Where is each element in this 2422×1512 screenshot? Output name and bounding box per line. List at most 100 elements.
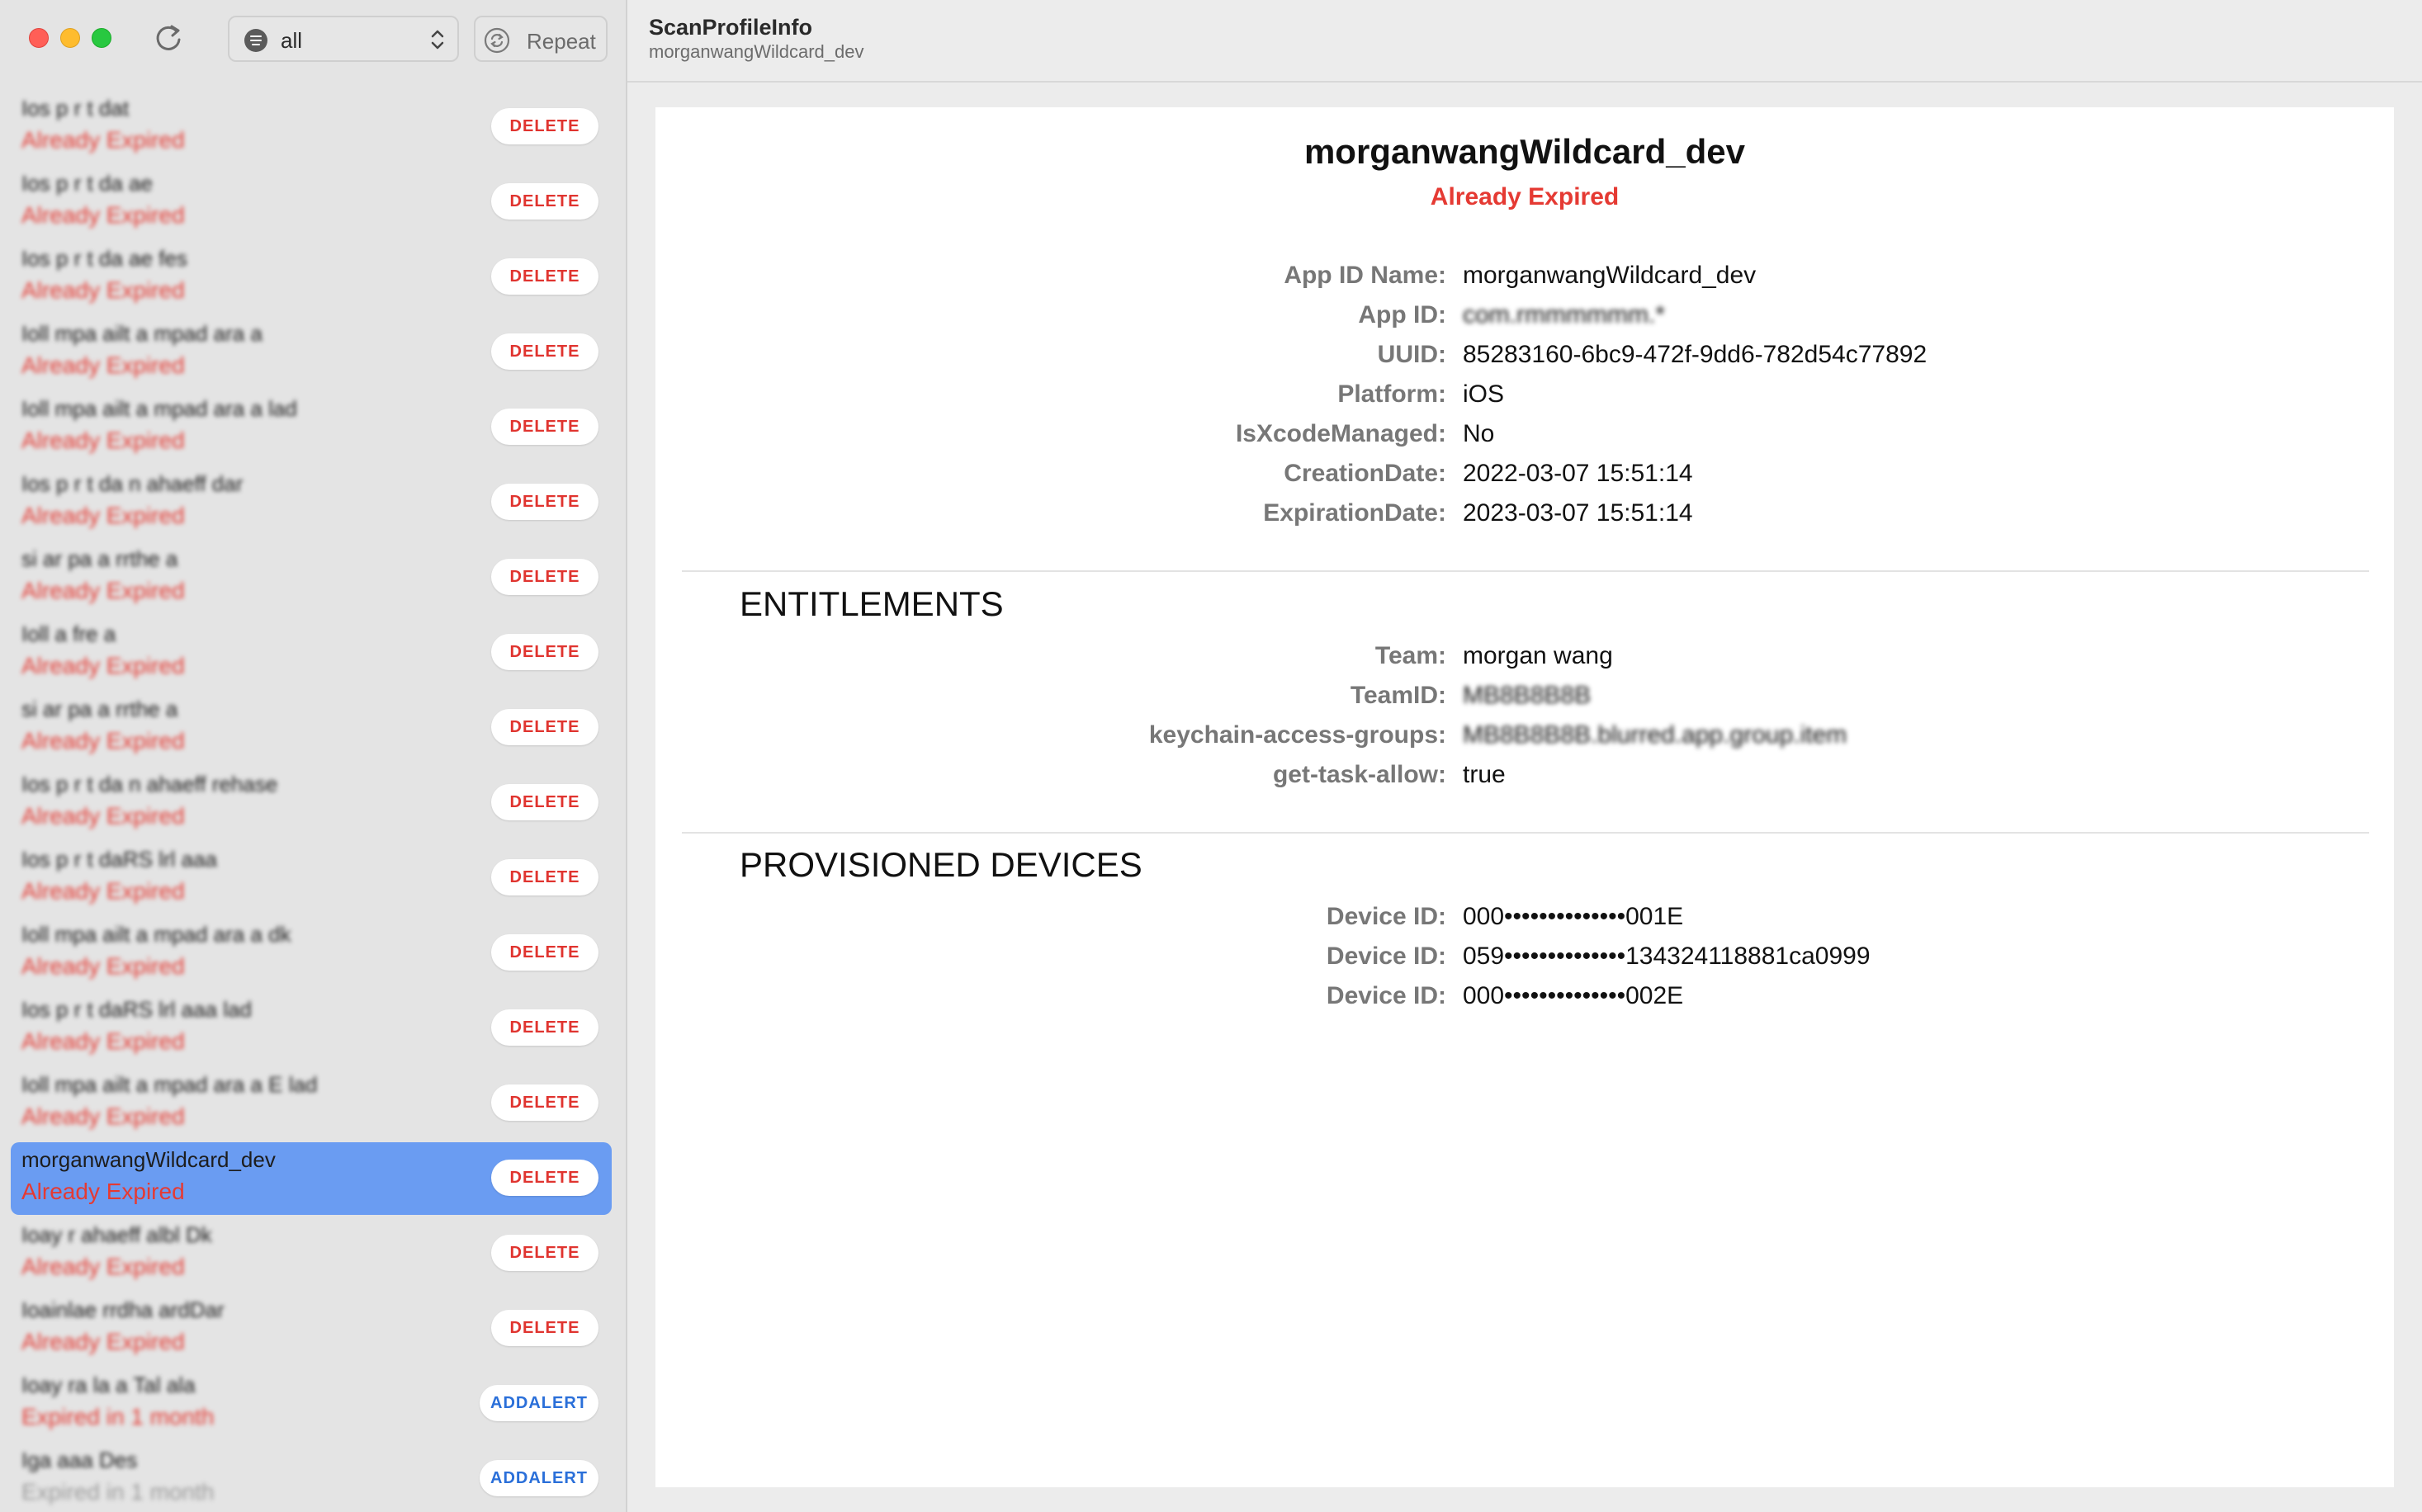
field-row: App ID: com.rmmmmmm.* — [655, 301, 2394, 338]
field-label: IsXcodeManaged: — [1235, 420, 1446, 447]
field-row: Device ID: 000••••••••••••••001E — [655, 903, 2394, 939]
field-value: 85283160-6bc9-472f-9dd6-782d54c77892 — [1463, 341, 1928, 368]
field-row: CreationDate: 2022-03-07 15:51:14 — [655, 460, 2394, 496]
list-item-name: si ar pa a rrthe a — [21, 546, 178, 571]
reload-icon[interactable] — [150, 20, 187, 56]
sidebar: all Repeat Ios p r t dat Already Expired… — [0, 0, 627, 1512]
list-item-status: Expired in 1 month — [21, 1404, 215, 1429]
delete-button[interactable]: DELETE — [491, 258, 598, 295]
field-row: IsXcodeManaged: No — [655, 420, 2394, 456]
field-value: morgan wang — [1463, 642, 1613, 669]
zoom-window-button[interactable] — [92, 28, 111, 48]
list-item[interactable]: Ios p r t dat Already Expired DELETE — [11, 91, 612, 163]
delete-button[interactable]: DELETE — [491, 709, 598, 745]
list-item-name: Ios p r t da ae fes — [21, 246, 187, 271]
list-item[interactable]: Ios p r t da n ahaeff rehase Already Expi… — [11, 767, 612, 839]
field-value: 000••••••••••••••002E — [1463, 982, 1684, 1009]
list-item[interactable]: Ios p r t daRS lrl aaa Already Expired DEL… — [11, 842, 612, 914]
divider — [682, 832, 2369, 834]
list-item[interactable]: Ios p r t da ae Already Expired DELETE — [11, 166, 612, 239]
field-value: 059••••••••••••••134324118881ca0999 — [1463, 943, 1871, 970]
list-item-status: Already Expired — [21, 1179, 185, 1204]
field-value: iOS — [1463, 380, 1505, 408]
delete-button[interactable]: DELETE — [491, 1160, 598, 1196]
filter-select-value: all — [281, 28, 303, 53]
minimize-window-button[interactable] — [60, 28, 80, 48]
list-item-name: Ioll mpa ailt a mpad ara a — [21, 321, 263, 346]
close-window-button[interactable] — [29, 28, 49, 48]
list-item[interactable]: Ioay r ahaeff albl Dk Already Expired DELE… — [11, 1217, 612, 1290]
delete-button[interactable]: DELETE — [491, 1009, 598, 1046]
list-item-status: Already Expired — [21, 352, 185, 378]
list-item[interactable]: Ios p r t daRS lrl aaa lad Already Expire… — [11, 992, 612, 1065]
field-row: keychain-access-groups: MB8B8B8B.blurred.… — [655, 721, 2394, 758]
list-item[interactable]: Ioll mpa ailt a mpad ara a Already Expire… — [11, 316, 612, 389]
delete-button[interactable]: DELETE — [491, 183, 598, 220]
profile-title: morganwangWildcard_dev — [1303, 132, 1746, 171]
delete-button[interactable]: DELETE — [491, 1310, 598, 1346]
field-row: UUID: 85283160-6bc9-472f-9dd6-782d54c7789… — [655, 341, 2394, 377]
delete-button[interactable]: DELETE — [491, 333, 598, 370]
list-item[interactable]: Iga aaa Des Expired in 1 month ADDALERT — [11, 1443, 612, 1512]
field-row: get-task-allow: true — [655, 761, 2394, 797]
window-subtitle: morganwangWildcard_dev — [649, 41, 864, 62]
field-label: Device ID: — [1326, 903, 1446, 930]
list-item-status: Already Expired — [21, 202, 185, 228]
field-label: App ID Name: — [1284, 262, 1446, 289]
field-value: 2023-03-07 15:51:14 — [1463, 499, 1693, 527]
main-header: ScanProfileInfo morganwangWildcard_dev — [627, 0, 2422, 83]
field-label: ExpirationDate: — [1263, 499, 1446, 527]
devices-heading: PROVISIONED DEVICES — [740, 845, 1142, 884]
list-item-status: Already Expired — [21, 1103, 185, 1129]
delete-button[interactable]: DELETE — [491, 1084, 598, 1121]
list-item-name: Ios p r t dat — [21, 96, 130, 120]
list-item-status: Already Expired — [21, 1028, 185, 1054]
list-item-name: Ios p r t da n ahaeff dar — [21, 471, 244, 496]
list-item[interactable]: Ioll a fre a Already Expired DELETE — [11, 617, 612, 689]
list-item[interactable]: Ioll mpa ailt a mpad ara a dk Already Exp… — [11, 917, 612, 990]
field-row: Team: morgan wang — [655, 642, 2394, 678]
delete-button[interactable]: DELETE — [491, 559, 598, 595]
list-item[interactable]: Ios p r t da n ahaeff dar Already Expired… — [11, 466, 612, 539]
list-item-name: Iga aaa Des — [21, 1448, 138, 1472]
filter-select[interactable]: all — [228, 16, 459, 62]
list-item-status: Already Expired — [21, 127, 185, 153]
field-label: keychain-access-groups: — [1148, 721, 1446, 749]
profile-status: Already Expired — [1430, 183, 1620, 210]
list-item[interactable]: Ioay ra la a Tal ala Expired in 1 month AD… — [11, 1368, 612, 1440]
field-label: Platform: — [1337, 380, 1446, 408]
list-item[interactable]: Ioainlae rrdha ardDar Already Expired DELE… — [11, 1292, 612, 1365]
profile-detail-card: morganwangWildcard_dev Already Expired A… — [655, 107, 2394, 1487]
list-item-name: si ar pa a rrthe a — [21, 697, 178, 721]
list-item[interactable]: si ar pa a rrthe a Already Expired DELETE — [11, 692, 612, 764]
delete-button[interactable]: DELETE — [491, 784, 598, 820]
list-item-name: Ioll a fre a — [21, 621, 116, 646]
list-item-name: Ioay r ahaeff albl Dk — [21, 1222, 212, 1247]
delete-button[interactable]: DELETE — [491, 934, 598, 971]
entitlements-heading: ENTITLEMENTS — [740, 584, 1004, 623]
delete-button[interactable]: DELETE — [491, 409, 598, 445]
field-value: MB8B8B8B — [1463, 682, 1592, 709]
list-item[interactable]: Ioll mpa ailt a mpad ara a E lad Already … — [11, 1067, 612, 1140]
list-item[interactable]: morganwangWildcard_dev Already Expired DEL… — [11, 1142, 612, 1215]
list-item[interactable]: si ar pa a rrthe a Already Expired DELETE — [11, 541, 612, 614]
delete-button[interactable]: DELETE — [491, 1235, 598, 1271]
field-row: Device ID: 000••••••••••••••002E — [655, 982, 2394, 1018]
repeat-label: Repeat — [527, 29, 596, 54]
add-alert-button[interactable]: ADDALERT — [480, 1460, 598, 1496]
repeat-button[interactable]: Repeat — [474, 16, 608, 62]
list-item-status: Already Expired — [21, 653, 185, 678]
delete-button[interactable]: DELETE — [491, 484, 598, 520]
delete-button[interactable]: DELETE — [491, 859, 598, 895]
delete-button[interactable]: DELETE — [491, 634, 598, 670]
delete-button[interactable]: DELETE — [491, 108, 598, 144]
field-row: Device ID: 059••••••••••••••134324118881c… — [655, 943, 2394, 979]
add-alert-button[interactable]: ADDALERT — [480, 1385, 598, 1421]
list-item-name: Ioay ra la a Tal ala — [21, 1373, 196, 1397]
main-panel: ScanProfileInfo morganwangWildcard_dev m… — [627, 0, 2422, 1512]
list-item[interactable]: Ioll mpa ailt a mpad ara a lad Already Ex… — [11, 391, 612, 464]
list-item-status: Already Expired — [21, 277, 185, 303]
list-item[interactable]: Ios p r t da ae fes Already Expired DELETE — [11, 241, 612, 314]
list-item-status: Already Expired — [21, 1329, 185, 1354]
list-item-name: Ios p r t da n ahaeff rehase — [21, 772, 278, 796]
